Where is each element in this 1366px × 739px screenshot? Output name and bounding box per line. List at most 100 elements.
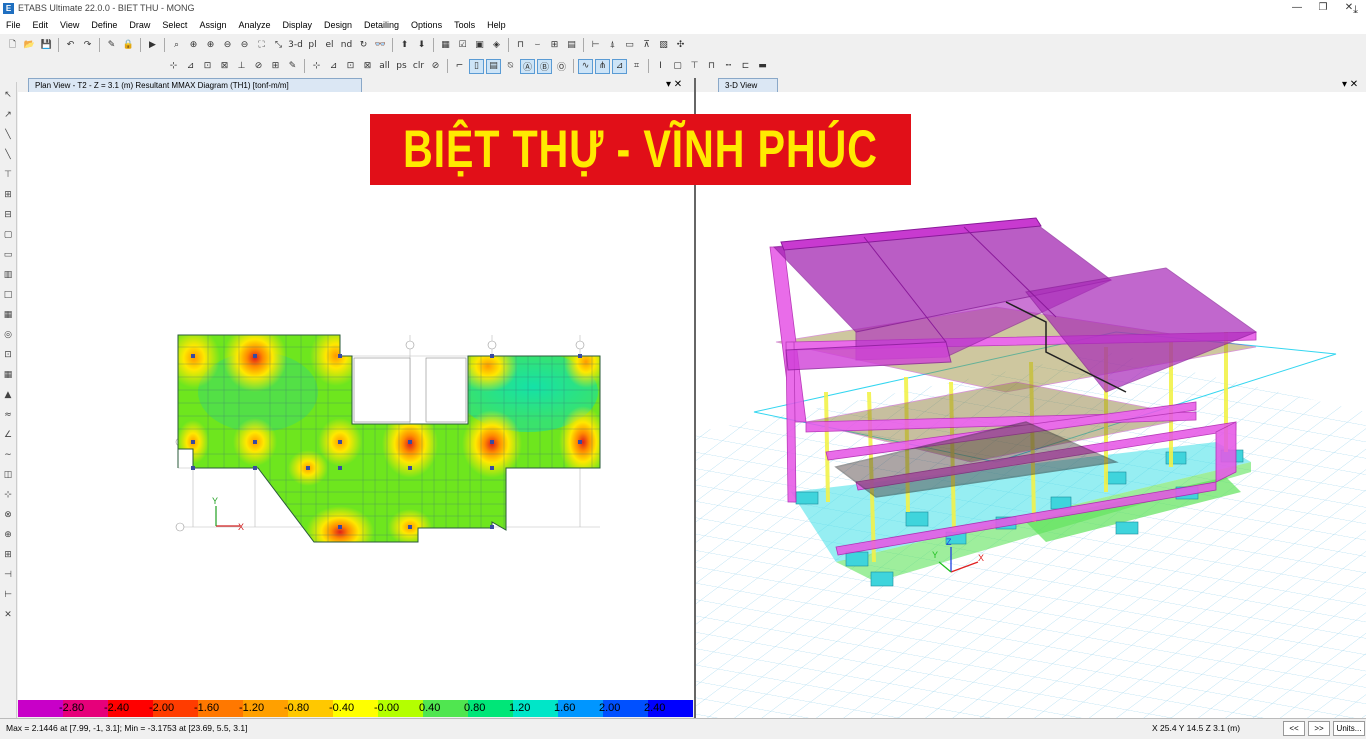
draw-rect-slab-icon[interactable]: ▭: [1, 248, 15, 262]
draw-brace-icon[interactable]: ╲: [1, 148, 15, 162]
undo-icon[interactable]: ↶: [63, 38, 78, 53]
dash-line-icon[interactable]: ┉: [721, 59, 736, 74]
moment-diagram-icon[interactable]: ∿: [578, 58, 593, 74]
snap-perp-icon[interactable]: ⊥: [234, 59, 249, 74]
tab-3d-view[interactable]: 3-D View: [718, 78, 778, 92]
view-plan-icon[interactable]: pl: [305, 38, 320, 53]
menu-assign[interactable]: Assign: [193, 16, 232, 34]
download-icon[interactable]: ⤓: [1353, 4, 1358, 17]
move-up-icon[interactable]: ⬆: [397, 38, 412, 53]
shear-diagram-icon[interactable]: ⋔: [595, 58, 610, 74]
draw-column-icon[interactable]: ⊤: [1, 168, 15, 182]
select-pointer-icon[interactable]: ⊹: [1, 488, 15, 502]
snap-grid-icon[interactable]: ⊕: [1, 528, 15, 542]
menu-options[interactable]: Options: [405, 16, 448, 34]
select-all-icon[interactable]: ◫: [1, 468, 15, 482]
strip-forces-icon[interactable]: ⊼: [639, 38, 654, 53]
load-case-icon[interactable]: ⍉: [503, 59, 518, 74]
draw-point-icon[interactable]: ⊠: [360, 59, 375, 74]
zoom-window-icon[interactable]: ⌕: [169, 38, 184, 53]
select-polyline-icon[interactable]: ⊘: [428, 59, 443, 74]
units-button[interactable]: Units...: [1333, 721, 1365, 736]
draw-frame-icon[interactable]: ⊓: [513, 38, 528, 53]
pan-icon[interactable]: ⛶: [254, 38, 269, 53]
menu-design[interactable]: Design: [318, 16, 358, 34]
draw-beam-icon[interactable]: ⌣: [530, 38, 545, 53]
menu-display[interactable]: Display: [276, 16, 318, 34]
plan-view-pane-controls[interactable]: ▾ ✕: [666, 78, 682, 91]
save-icon[interactable]: 💾: [39, 38, 54, 53]
shell-forces-icon[interactable]: ▧: [656, 38, 671, 53]
zoom-out-icon[interactable]: ⊖: [220, 38, 235, 53]
snap-line-icon[interactable]: ⊘: [251, 59, 266, 74]
select-all-icon[interactable]: all: [377, 59, 392, 74]
box-select-icon[interactable]: ▢: [670, 59, 685, 74]
view-elevation-icon[interactable]: el: [322, 38, 337, 53]
restore-button[interactable]: ❐: [1310, 0, 1336, 16]
draw-frame-icon[interactable]: ╲: [1, 128, 15, 142]
minimize-button[interactable]: —: [1284, 0, 1310, 16]
column-tool-icon[interactable]: ⊤: [687, 59, 702, 74]
axial-diagram-icon[interactable]: ⊿: [612, 58, 627, 74]
lock-icon[interactable]: 🔒: [121, 38, 136, 53]
draw-wall-panel-icon[interactable]: ▥: [1, 268, 15, 282]
snap-end-icon[interactable]: ⊿: [183, 59, 198, 74]
clear-selection-icon[interactable]: clr: [411, 59, 426, 74]
rotate-icon[interactable]: ↻: [356, 38, 371, 53]
show-outline-icon[interactable]: Ⓞ: [554, 59, 569, 74]
select-intersect-icon[interactable]: ✕: [1, 608, 15, 622]
assign-display-icon[interactable]: ◈: [489, 38, 504, 53]
draw-link-icon[interactable]: ⊡: [1, 348, 15, 362]
menu-edit[interactable]: Edit: [27, 16, 55, 34]
zoom-in-icon[interactable]: ⊕: [203, 38, 218, 53]
select-clear-icon[interactable]: ⊗: [1, 508, 15, 522]
pencil-icon[interactable]: ✎: [104, 38, 119, 53]
redo-icon[interactable]: ↷: [80, 38, 95, 53]
menu-file[interactable]: File: [0, 16, 27, 34]
view-3d-icon[interactable]: 3-d: [288, 38, 303, 53]
menu-define[interactable]: Define: [85, 16, 123, 34]
next-button[interactable]: >>: [1308, 721, 1330, 736]
snap-ortho-icon[interactable]: ⊢: [1, 588, 15, 602]
reshape-icon[interactable]: ↗: [1, 108, 15, 122]
run-analysis-icon[interactable]: ▶: [145, 38, 160, 53]
story-tool-icon[interactable]: ⊏: [738, 59, 753, 74]
draw-quad-icon[interactable]: ▦: [1, 308, 15, 322]
zoom-minus-icon[interactable]: ⊖: [237, 38, 252, 53]
snap-point-icon[interactable]: ⊹: [166, 59, 181, 74]
tab-plan-view[interactable]: Plan View - T2 - Z = 3.1 (m) Resultant M…: [28, 78, 362, 92]
draw-section-cut-icon[interactable]: ≈: [1, 408, 15, 422]
draw-slab-icon[interactable]: ▢: [1, 228, 15, 242]
menu-tools[interactable]: Tools: [448, 16, 481, 34]
wall-section-icon[interactable]: ▯: [469, 58, 484, 74]
close-window-button[interactable]: ✕: [1336, 0, 1362, 16]
draw-wall-icon[interactable]: ⊞: [547, 38, 562, 53]
set-display-icon[interactable]: ☑: [455, 38, 470, 53]
menu-help[interactable]: Help: [481, 16, 512, 34]
open-model-icon[interactable]: 📂: [22, 38, 37, 53]
zoom-restore-icon[interactable]: ⊕: [186, 38, 201, 53]
rubber-band-icon[interactable]: ⤡: [271, 38, 286, 53]
perspective-icon[interactable]: 👓: [373, 38, 388, 53]
3d-view-canvas[interactable]: X Z Y: [696, 92, 1366, 718]
frame-section-icon[interactable]: ⌐: [452, 59, 467, 74]
quick-draw-icon[interactable]: ⊹: [309, 59, 324, 74]
snap-intersect-icon[interactable]: ⊠: [217, 59, 232, 74]
select-previous-icon[interactable]: ps: [394, 59, 409, 74]
view-node-icon[interactable]: nd: [339, 38, 354, 53]
draw-tendon-icon[interactable]: ∼: [1, 448, 15, 462]
menu-select[interactable]: Select: [156, 16, 193, 34]
snap-grid-icon[interactable]: ⊞: [268, 59, 283, 74]
menu-draw[interactable]: Draw: [123, 16, 156, 34]
draw-wall-icon[interactable]: ⊞: [1, 188, 15, 202]
wall-tool-icon[interactable]: ⊓: [704, 59, 719, 74]
forces-icon[interactable]: ⍋: [605, 38, 620, 53]
draw-line-icon[interactable]: ⊿: [326, 59, 341, 74]
draw-slab-icon[interactable]: ▤: [564, 38, 579, 53]
draw-null-icon[interactable]: ⊟: [1, 208, 15, 222]
draw-point-icon[interactable]: ◎: [1, 328, 15, 342]
reactions-icon[interactable]: ▭: [622, 38, 637, 53]
show-values-icon[interactable]: Ⓐ: [520, 58, 535, 74]
object-shrink-icon[interactable]: ▦: [438, 38, 453, 53]
snap-end-icon[interactable]: ⊣: [1, 568, 15, 582]
